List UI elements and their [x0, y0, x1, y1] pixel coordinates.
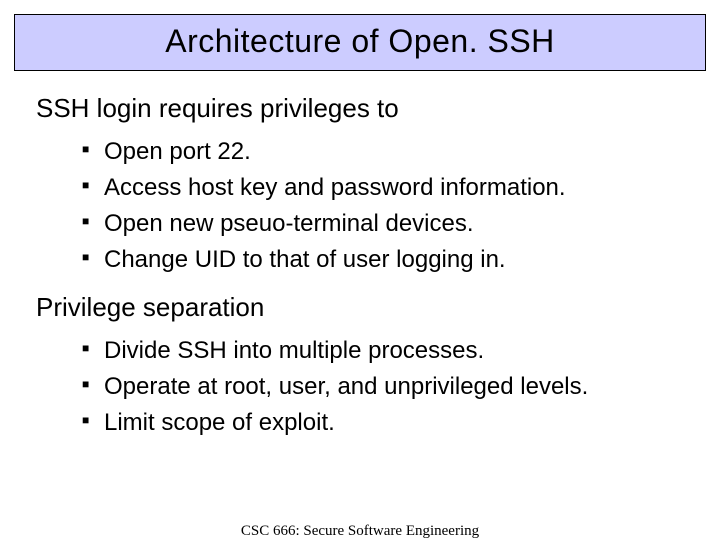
slide-title: Architecture of Open. SSH: [15, 23, 705, 60]
list-item: Divide SSH into multiple processes.: [82, 333, 684, 369]
list-item: Change UID to that of user logging in.: [82, 242, 684, 278]
bullet-list: Divide SSH into multiple processes. Oper…: [36, 333, 684, 441]
list-item: Limit scope of exploit.: [82, 405, 684, 441]
slide-title-bar: Architecture of Open. SSH: [14, 14, 706, 71]
list-item: Open new pseuo-terminal devices.: [82, 206, 684, 242]
slide-content: SSH login requires privileges to Open po…: [0, 71, 720, 441]
list-item: Access host key and password information…: [82, 170, 684, 206]
slide-footer: CSC 666: Secure Software Engineering: [0, 523, 720, 540]
section-heading: SSH login requires privileges to: [36, 93, 684, 124]
list-item: Open port 22.: [82, 134, 684, 170]
section-heading: Privilege separation: [36, 292, 684, 323]
list-item: Operate at root, user, and unprivileged …: [82, 369, 684, 405]
bullet-list: Open port 22. Access host key and passwo…: [36, 134, 684, 278]
